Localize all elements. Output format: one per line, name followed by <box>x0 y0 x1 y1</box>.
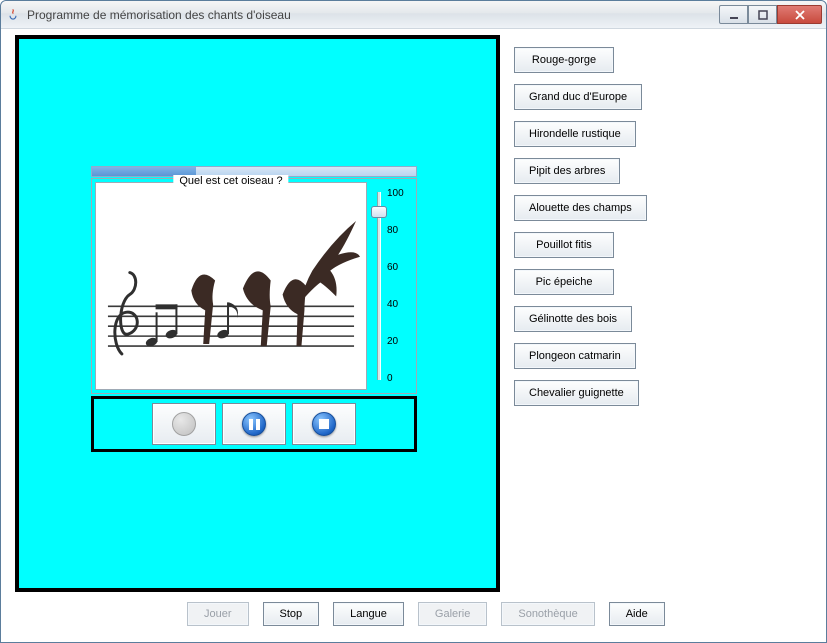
choice-button[interactable]: Pic épeiche <box>514 269 614 295</box>
choice-button[interactable]: Grand duc d'Europe <box>514 84 642 110</box>
stop-playback-button[interactable] <box>292 403 356 445</box>
birds-on-staff-illustration <box>102 191 360 383</box>
choice-button[interactable]: Pipit des arbres <box>514 158 620 184</box>
quiz-panel: Quel est cet oiseau ? <box>91 178 417 394</box>
slider-track <box>377 192 381 380</box>
tick-100: 100 <box>387 188 413 199</box>
app-window: Programme de mémorisation des chants d'o… <box>0 0 827 643</box>
tick-60: 60 <box>387 262 413 273</box>
titlebar[interactable]: Programme de mémorisation des chants d'o… <box>1 1 826 29</box>
choice-button[interactable]: Pouillot fitis <box>514 232 614 258</box>
tick-40: 40 <box>387 299 413 310</box>
player-card: Quel est cet oiseau ? <box>91 166 417 455</box>
slider-thumb[interactable] <box>371 206 387 218</box>
volume-slider[interactable]: 100 80 60 40 20 0 <box>367 182 413 390</box>
aide-button[interactable]: Aide <box>609 602 665 626</box>
choice-button[interactable]: Chevalier guignette <box>514 380 639 406</box>
play-icon <box>172 412 196 436</box>
tick-80: 80 <box>387 225 413 236</box>
tick-20: 20 <box>387 336 413 347</box>
minimize-button[interactable] <box>719 5 748 24</box>
playback-controls <box>91 396 417 452</box>
slider-scale: 100 80 60 40 20 0 <box>387 188 413 384</box>
jouer-button[interactable]: Jouer <box>187 602 249 626</box>
stop-icon <box>312 412 336 436</box>
window-title: Programme de mémorisation des chants d'o… <box>27 8 719 22</box>
sonotheque-button[interactable]: Sonothèque <box>501 602 594 626</box>
java-icon <box>5 7 21 23</box>
command-bar: Jouer Stop Langue Galerie Sonothèque Aid… <box>15 602 818 626</box>
bird-choice-list: Rouge-gorge Grand duc d'Europe Hirondell… <box>514 35 647 594</box>
maximize-button[interactable] <box>748 5 777 24</box>
choice-button[interactable]: Alouette des champs <box>514 195 647 221</box>
tick-0: 0 <box>387 373 413 384</box>
close-button[interactable] <box>777 5 822 24</box>
client-area: Quel est cet oiseau ? <box>1 29 826 642</box>
quiz-stage: Quel est cet oiseau ? <box>15 35 500 592</box>
quiz-question: Quel est cet oiseau ? <box>173 175 288 187</box>
choice-button[interactable]: Gélinotte des bois <box>514 306 632 332</box>
galerie-button[interactable]: Galerie <box>418 602 487 626</box>
play-button[interactable] <box>152 403 216 445</box>
choice-button[interactable]: Plongeon catmarin <box>514 343 636 369</box>
quiz-image-frame: Quel est cet oiseau ? <box>95 182 367 390</box>
choice-button[interactable]: Hirondelle rustique <box>514 121 636 147</box>
pause-button[interactable] <box>222 403 286 445</box>
stop-button[interactable]: Stop <box>263 602 320 626</box>
choice-button[interactable]: Rouge-gorge <box>514 47 614 73</box>
pause-icon <box>242 412 266 436</box>
window-buttons <box>719 5 822 24</box>
langue-button[interactable]: Langue <box>333 602 404 626</box>
